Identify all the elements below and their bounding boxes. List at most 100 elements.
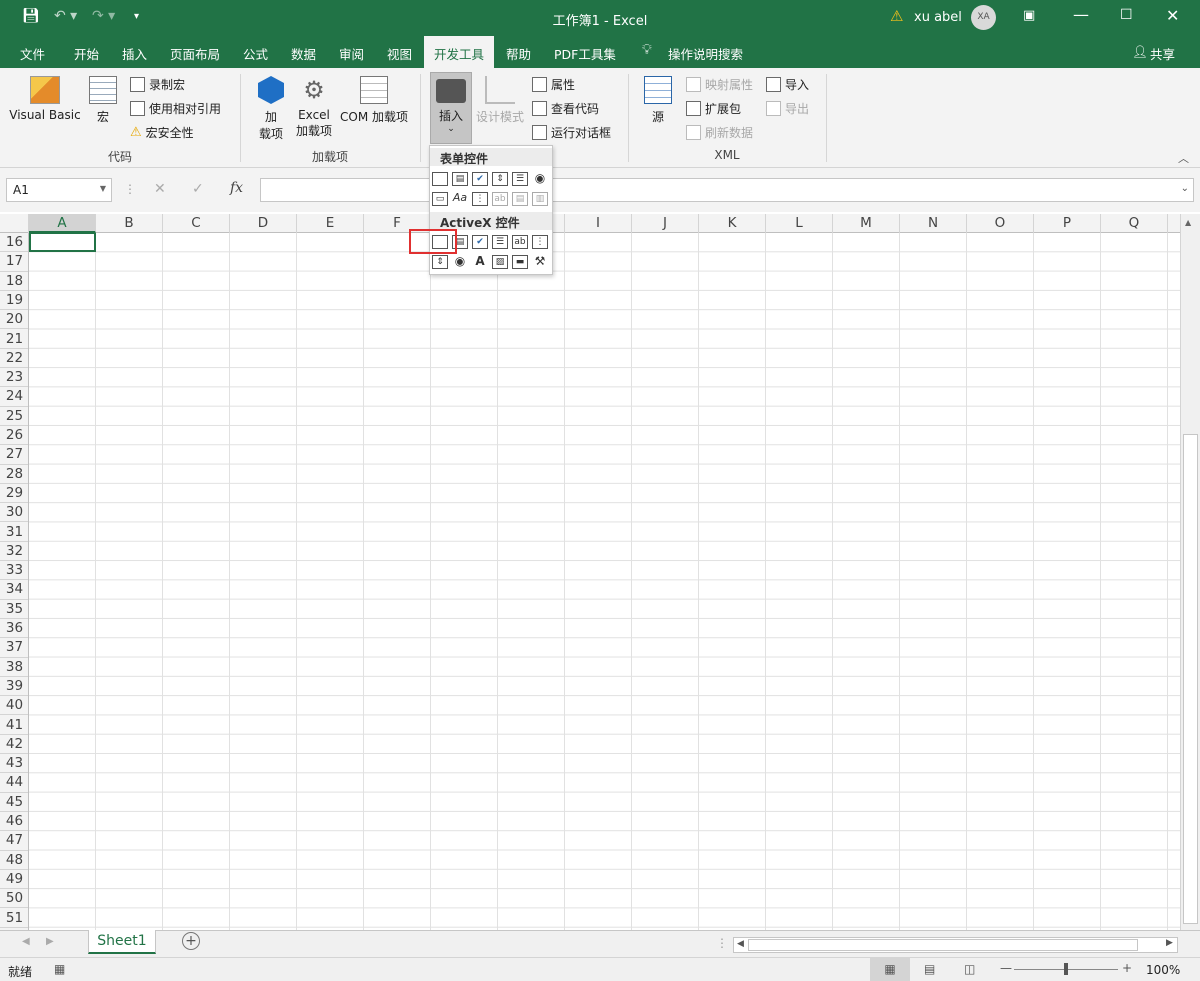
- macro-security-button[interactable]: ⚠ 宏安全性: [130, 124, 194, 141]
- expansion-packs-button[interactable]: 扩展包: [686, 100, 741, 117]
- row-header[interactable]: 22: [0, 349, 28, 369]
- form-list-box-icon[interactable]: ☰: [512, 172, 528, 186]
- row-header[interactable]: 47: [0, 831, 28, 851]
- row-header[interactable]: 50: [0, 889, 28, 909]
- form-combo-list-icon[interactable]: ▤: [512, 192, 528, 206]
- form-option-button-icon[interactable]: ◉: [532, 172, 548, 186]
- column-header[interactable]: A: [29, 214, 96, 233]
- row-header[interactable]: 41: [0, 716, 28, 735]
- tab-review[interactable]: 审阅: [339, 44, 364, 63]
- scroll-sheets-right-icon[interactable]: ▶: [46, 936, 54, 947]
- row-header[interactable]: 16: [0, 233, 28, 253]
- chevron-down-icon[interactable]: ▼: [100, 184, 106, 193]
- activex-more-controls-icon[interactable]: ⚒: [532, 255, 548, 269]
- tab-formulas[interactable]: 公式: [243, 44, 268, 63]
- column-header[interactable]: O: [967, 214, 1034, 233]
- row-header[interactable]: 29: [0, 484, 28, 504]
- splitter-icon[interactable]: ⋮: [716, 936, 728, 950]
- row-header[interactable]: 20: [0, 310, 28, 330]
- row-header[interactable]: 23: [0, 368, 28, 388]
- close-icon[interactable]: ✕: [1166, 6, 1179, 25]
- form-combo-box-icon[interactable]: ▤: [452, 172, 468, 186]
- active-cell-a1[interactable]: [29, 233, 96, 252]
- tab-file[interactable]: 文件: [20, 44, 45, 63]
- page-break-view-icon[interactable]: ◫: [964, 962, 975, 976]
- column-header[interactable]: K: [699, 214, 766, 233]
- row-header[interactable]: 38: [0, 658, 28, 677]
- zoom-out-icon[interactable]: —: [1000, 961, 1012, 975]
- row-header[interactable]: 43: [0, 754, 28, 774]
- column-header[interactable]: L: [766, 214, 833, 233]
- column-header[interactable]: E: [297, 214, 364, 233]
- activex-label-icon[interactable]: A: [472, 255, 488, 269]
- record-macro-button[interactable]: 录制宏: [130, 76, 185, 93]
- scroll-right-icon[interactable]: ▶: [1166, 938, 1173, 948]
- form-text-field-icon[interactable]: ab: [492, 192, 508, 206]
- row-header[interactable]: 21: [0, 330, 28, 349]
- row-header[interactable]: 51: [0, 909, 28, 928]
- cell-grid[interactable]: [29, 233, 1180, 930]
- vertical-scrollbar[interactable]: ▲: [1180, 214, 1200, 930]
- tell-me-search[interactable]: 操作说明搜索: [668, 44, 743, 63]
- form-label-icon[interactable]: Aa: [452, 192, 468, 206]
- name-box[interactable]: A1 ▼: [6, 178, 112, 202]
- row-header[interactable]: 49: [0, 870, 28, 890]
- column-header[interactable]: B: [96, 214, 163, 233]
- scroll-sheets-left-icon[interactable]: ◀: [22, 936, 30, 947]
- tab-developer[interactable]: 开发工具: [424, 36, 494, 69]
- map-properties-button[interactable]: 映射属性: [686, 76, 753, 93]
- column-header[interactable]: P: [1034, 214, 1101, 233]
- com-addins-button[interactable]: COM 加载项: [336, 76, 412, 125]
- view-code-button[interactable]: 查看代码: [532, 100, 599, 117]
- run-dialog-button[interactable]: 运行对话框: [532, 124, 611, 141]
- row-header[interactable]: 27: [0, 445, 28, 465]
- collapse-ribbon-icon[interactable]: ︿: [1178, 150, 1189, 166]
- minimize-icon[interactable]: —: [1073, 5, 1089, 24]
- activex-toggle-button-icon[interactable]: ▬: [512, 255, 528, 269]
- tab-home[interactable]: 开始: [74, 44, 99, 63]
- row-header[interactable]: 48: [0, 851, 28, 870]
- sheet-tab[interactable]: Sheet1: [88, 930, 156, 954]
- activex-scroll-bar-icon[interactable]: ⋮: [532, 235, 548, 249]
- row-header[interactable]: 24: [0, 387, 28, 407]
- column-header[interactable]: Q: [1101, 214, 1168, 233]
- row-header[interactable]: 26: [0, 426, 28, 446]
- page-layout-view-icon[interactable]: ▤: [924, 962, 935, 976]
- row-header[interactable]: 31: [0, 523, 28, 542]
- row-header[interactable]: 18: [0, 272, 28, 291]
- addins-button[interactable]: 加 载项: [254, 76, 288, 142]
- user-name[interactable]: xu abel: [914, 10, 962, 25]
- visual-basic-button[interactable]: Visual Basic: [8, 76, 82, 122]
- horizontal-scroll-thumb[interactable]: [748, 939, 1138, 951]
- select-all-corner[interactable]: [0, 214, 29, 233]
- import-button[interactable]: 导入: [766, 76, 809, 93]
- column-header[interactable]: D: [230, 214, 297, 233]
- zoom-in-icon[interactable]: +: [1122, 961, 1132, 975]
- activex-option-button-icon[interactable]: ◉: [452, 255, 468, 269]
- row-header[interactable]: 44: [0, 773, 28, 793]
- row-header[interactable]: 25: [0, 407, 28, 426]
- activex-text-box-icon[interactable]: ab: [512, 235, 528, 249]
- form-spin-button-icon[interactable]: ⇕: [492, 172, 508, 186]
- form-combo-dropdown-icon[interactable]: ▥: [532, 192, 548, 206]
- cancel-icon[interactable]: ✕: [154, 181, 166, 197]
- design-mode-button[interactable]: 设计模式: [474, 76, 526, 125]
- activex-list-box-icon[interactable]: ☰: [492, 235, 508, 249]
- row-header[interactable]: 35: [0, 600, 28, 619]
- scroll-up-icon[interactable]: ▲: [1185, 218, 1191, 227]
- tab-insert[interactable]: 插入: [122, 44, 147, 63]
- share-button[interactable]: 共享: [1150, 44, 1175, 63]
- refresh-data-button[interactable]: 刷新数据: [686, 124, 753, 141]
- formula-input[interactable]: ⌄: [260, 178, 1194, 202]
- row-header[interactable]: 46: [0, 812, 28, 832]
- column-header[interactable]: I: [565, 214, 632, 233]
- zoom-slider-thumb[interactable]: [1064, 963, 1068, 975]
- share-icon[interactable]: 👤︎: [1132, 44, 1148, 60]
- form-scroll-bar-icon[interactable]: ⋮: [472, 192, 488, 206]
- macros-button[interactable]: 宏: [86, 76, 120, 125]
- enter-icon[interactable]: ✓: [192, 181, 204, 197]
- insert-function-icon[interactable]: fx: [230, 180, 243, 196]
- add-sheet-icon[interactable]: +: [182, 932, 200, 950]
- zoom-level[interactable]: 100%: [1146, 963, 1180, 977]
- tab-page-layout[interactable]: 页面布局: [170, 44, 220, 63]
